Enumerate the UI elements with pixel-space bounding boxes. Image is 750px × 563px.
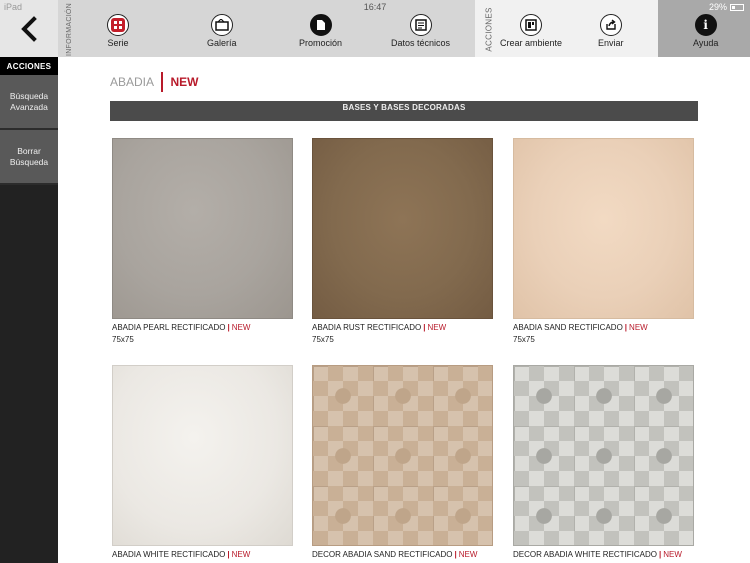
toolbar-crear-ambiente-button[interactable]: Crear ambiente [500, 14, 562, 48]
product-name-line: ABADIA PEARL RECTIFICADO | NEW [112, 323, 293, 332]
toolbar-ayuda-button[interactable]: i Ayuda [693, 14, 718, 48]
new-badge: NEW [458, 550, 478, 559]
product-image[interactable] [312, 138, 493, 319]
product-name: ABADIA WHITE RECTIFICADO [112, 550, 226, 559]
back-button[interactable] [0, 0, 58, 57]
toolbar-crear-ambiente-label: Crear ambiente [500, 38, 563, 48]
grid-icon [107, 14, 129, 36]
product-image[interactable] [513, 138, 694, 319]
toolbar-ayuda-label: Ayuda [693, 38, 719, 48]
info-section: INFORMACIÓN Serie Galería Promoción Dato [58, 0, 475, 57]
product-name-line: DECOR ABADIA SAND RECTIFICADO | NEW [312, 550, 493, 559]
separator: | [454, 550, 457, 559]
product-name-line: ABADIA WHITE RECTIFICADO | NEW [112, 550, 293, 559]
toolbar-datos-tecnicos-label: Datos técnicos [391, 38, 451, 48]
toolbar-datos-tecnicos-button[interactable]: Datos técnicos [391, 14, 450, 48]
product-image[interactable] [312, 365, 493, 546]
product-card[interactable]: ABADIA SAND RECTIFICADO | NEW 75x75 [513, 138, 694, 344]
product-name-line: DECOR ABADIA WHITE RECTIFICADO | NEW [513, 550, 694, 559]
breadcrumb: ABADIA NEW [110, 72, 199, 92]
breadcrumb-parent[interactable]: ABADIA [110, 75, 161, 89]
actions-section: ACCIONES Crear ambiente Enviar [475, 0, 658, 57]
top-toolbar: INFORMACIÓN Serie Galería Promoción Dato [0, 0, 750, 57]
product-card[interactable]: ABADIA WHITE RECTIFICADO | NEW [112, 365, 293, 559]
product-size: 75x75 [312, 335, 334, 344]
separator: | [227, 323, 230, 332]
product-name-line: ABADIA SAND RECTIFICADO | NEW [513, 323, 694, 332]
toolbar-serie-label: Serie [107, 38, 129, 48]
product-card[interactable]: ABADIA PEARL RECTIFICADO | NEW 75x75 [112, 138, 293, 344]
separator: | [659, 550, 662, 559]
toolbar-enviar-button[interactable]: Enviar [598, 14, 624, 48]
product-image[interactable] [112, 138, 293, 319]
info-icon: i [694, 14, 717, 36]
new-badge: NEW [231, 550, 251, 559]
product-card[interactable]: DECOR ABADIA WHITE RECTIFICADO | NEW [513, 365, 694, 559]
actions-section-label: ACCIONES [484, 6, 494, 52]
toolbar-promocion-label: Promoción [299, 38, 343, 48]
product-image[interactable] [112, 365, 293, 546]
toolbar-serie-button[interactable]: Serie [107, 14, 129, 48]
chevron-left-icon [21, 15, 37, 42]
product-size: 75x75 [112, 335, 134, 344]
product-card[interactable]: ABADIA RUST RECTIFICADO | NEW 75x75 [312, 138, 493, 344]
clear-search-button[interactable]: Borrar Búsqueda [0, 130, 58, 185]
promotion-icon [309, 14, 332, 36]
advanced-search-label: Búsqueda Avanzada [9, 90, 49, 112]
product-name: DECOR ABADIA WHITE RECTIFICADO [513, 550, 658, 559]
product-size: 75x75 [513, 335, 535, 344]
new-badge: NEW [663, 550, 682, 559]
gallery-icon [210, 14, 233, 36]
section-title: BASES Y BASES DECORADAS [110, 101, 698, 121]
product-image[interactable] [513, 365, 694, 546]
toolbar-promocion-button[interactable]: Promoción [299, 14, 342, 48]
product-name: ABADIA PEARL RECTIFICADO [112, 323, 226, 332]
product-name: DECOR ABADIA SAND RECTIFICADO [312, 550, 453, 559]
left-sidebar: ACCIONES Búsqueda Avanzada Borrar Búsque… [0, 57, 58, 563]
breadcrumb-current: NEW [170, 75, 199, 89]
new-badge: NEW [629, 323, 648, 332]
product-card[interactable]: DECOR ABADIA SAND RECTIFICADO | NEW [312, 365, 493, 559]
product-name: ABADIA SAND RECTIFICADO [513, 323, 623, 332]
help-section: i Ayuda [658, 0, 750, 57]
separator: | [624, 323, 628, 332]
separator: | [423, 323, 426, 332]
toolbar-galeria-button[interactable]: Galería [207, 14, 237, 48]
share-icon [599, 14, 622, 36]
new-badge: NEW [427, 323, 447, 332]
separator: | [227, 550, 230, 559]
info-section-label: INFORMACIÓN [66, 2, 74, 56]
toolbar-galeria-label: Galería [207, 38, 237, 48]
create-room-icon [520, 14, 543, 36]
new-badge: NEW [231, 323, 251, 332]
advanced-search-button[interactable]: Búsqueda Avanzada [0, 75, 58, 130]
sidebar-header: ACCIONES [0, 57, 58, 75]
technical-data-icon [409, 14, 432, 36]
clear-search-label: Borrar Búsqueda [9, 145, 49, 167]
toolbar-enviar-label: Enviar [598, 38, 624, 48]
product-name-line: ABADIA RUST RECTIFICADO | NEW [312, 323, 493, 332]
product-name: ABADIA RUST RECTIFICADO [312, 323, 422, 332]
